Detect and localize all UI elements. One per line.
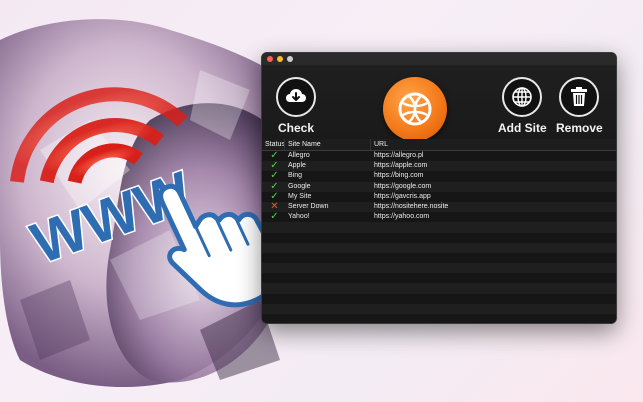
site-url-cell: https://gavcris.app <box>374 192 431 200</box>
table-row[interactable]: ✓ My Site https://gavcris.app <box>262 191 616 202</box>
table-row[interactable]: ✓ Allegro https://allegro.pl <box>262 151 616 162</box>
site-url-cell: https://bing.com <box>374 172 424 180</box>
status-ok-icon: ✓ <box>270 191 279 202</box>
status-down-icon: ✕ <box>270 201 279 213</box>
app-logo <box>383 77 447 141</box>
table-body: ✓ Allegro https://allegro.pl ✓ Apple https://… <box>262 151 616 323</box>
table-row[interactable]: ✓ Google https://google.com <box>262 181 616 192</box>
cloud-download-icon <box>286 89 306 102</box>
app-window: Check Add Site Remove Status Site Name U… <box>261 52 617 324</box>
globe-grid-icon <box>512 87 533 107</box>
site-name-cell: Google <box>288 182 311 190</box>
status-ok-icon: ✓ <box>270 161 279 172</box>
site-url-cell: https://google.com <box>374 182 432 190</box>
remove-button[interactable]: Remove <box>556 77 603 135</box>
table-row[interactable]: ✓ Yahoo! https://yahoo.com <box>262 212 616 223</box>
site-url-cell: https://yahoo.com <box>374 213 430 221</box>
empty-table-row <box>262 222 616 233</box>
site-name-cell: Server Down <box>288 202 329 210</box>
site-name-cell: Yahoo! <box>288 213 310 221</box>
site-name-cell: Bing <box>288 172 303 180</box>
add-site-button[interactable]: Add Site <box>498 77 547 135</box>
status-ok-icon: ✓ <box>270 212 279 223</box>
status-ok-icon: ✓ <box>270 171 279 182</box>
table-row[interactable]: ✓ Apple https://apple.com <box>262 161 616 172</box>
status-ok-icon: ✓ <box>270 181 279 192</box>
table-header: Status Site Name URL <box>262 139 616 151</box>
close-window-button[interactable] <box>267 56 273 62</box>
empty-table-row <box>262 263 616 274</box>
check-button-circle <box>276 77 316 117</box>
empty-table-row <box>262 293 616 304</box>
check-button-label: Check <box>277 121 315 135</box>
remove-button-label: Remove <box>556 121 603 135</box>
empty-table-row <box>262 273 616 284</box>
minimize-window-button[interactable] <box>277 56 283 62</box>
globe-icon <box>398 92 432 126</box>
title-bar <box>262 53 616 65</box>
zoom-window-button[interactable] <box>287 56 293 62</box>
site-name-cell: Allegro <box>288 152 310 159</box>
add-site-button-circle <box>502 77 543 117</box>
check-button[interactable]: Check <box>276 77 316 135</box>
table-row[interactable]: ✕ Server Down https://nositehere.nosite <box>262 201 616 213</box>
site-url-cell: https://apple.com <box>374 162 428 170</box>
site-name-cell: My Site <box>288 192 312 200</box>
empty-table-row <box>262 283 616 294</box>
empty-table-row <box>262 314 616 323</box>
empty-table-row <box>262 232 616 243</box>
column-header-status[interactable]: Status <box>262 139 285 150</box>
remove-button-circle <box>559 77 600 117</box>
sites-table: Status Site Name URL ✓ Allegro https://all… <box>262 139 616 323</box>
add-site-button-label: Add Site <box>498 121 547 135</box>
table-row[interactable]: ✓ Bing https://bing.com <box>262 171 616 182</box>
column-header-url[interactable]: URL <box>370 139 616 150</box>
status-ok-icon: ✓ <box>270 151 279 162</box>
column-header-site-name[interactable]: Site Name <box>284 139 370 150</box>
site-url-cell: https://nositehere.nosite <box>374 202 449 210</box>
site-url-cell: https://allegro.pl <box>374 152 424 159</box>
empty-table-row <box>262 242 616 253</box>
empty-table-row <box>262 252 616 264</box>
empty-table-row <box>262 303 616 314</box>
site-name-cell: Apple <box>288 162 306 170</box>
trash-icon <box>571 87 588 106</box>
